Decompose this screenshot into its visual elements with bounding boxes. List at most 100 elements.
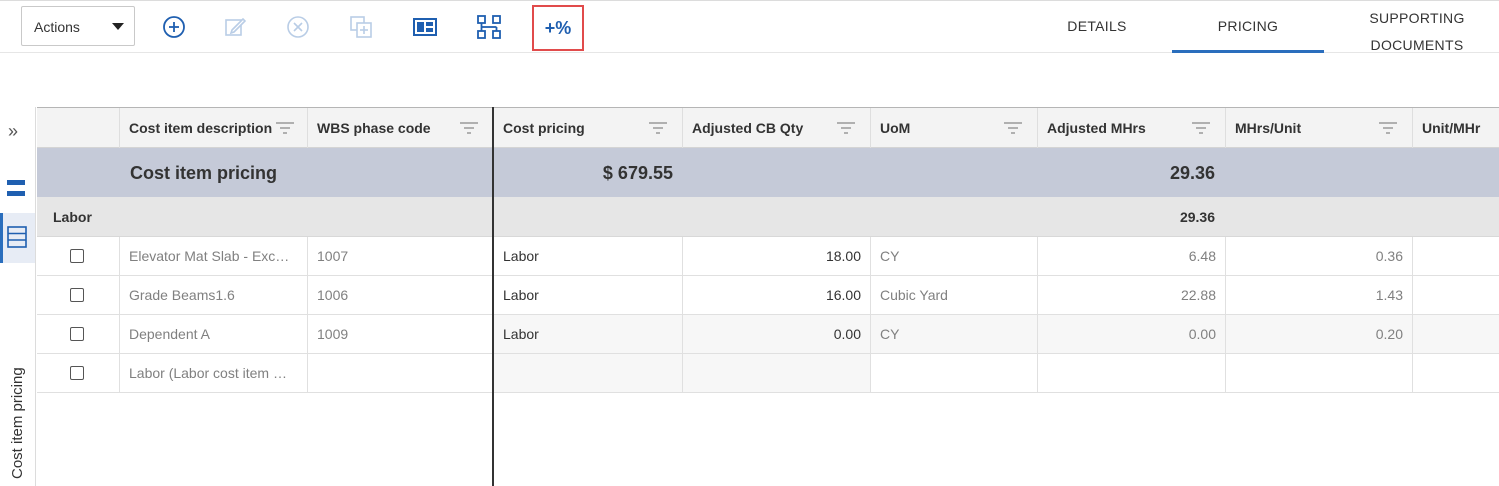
tab-pricing-label: PRICING [1217,18,1279,34]
cell-unit-mhr [1413,237,1499,275]
percent-adjust-button[interactable]: +% [532,5,584,51]
tab-supporting-documents[interactable]: SUPPORTING DOCUMENTS [1340,1,1494,53]
cell-wbs: 1009 [308,315,494,353]
cell-mhrs-unit: 0.20 [1226,315,1413,353]
cell-description: Grade Beams1.6 [120,276,308,314]
group-row-labor[interactable]: Labor 29.36 [37,197,1499,237]
cell-wbs [308,354,494,392]
cell-mhrs: 22.88 [1038,276,1226,314]
cell-uom: CY [871,237,1038,275]
cell-mhrs: 6.48 [1038,237,1226,275]
filter-icon[interactable] [836,122,856,134]
edit-icon[interactable] [222,14,248,40]
filter-icon[interactable] [1003,122,1023,134]
cell-uom: Cubic Yard [871,276,1038,314]
side-rail: » Cost item pricing [0,107,36,486]
filter-icon[interactable] [459,122,479,134]
filter-icon[interactable] [275,122,295,134]
summary-mhrs: 29.36 [1169,163,1215,183]
table-row[interactable]: Elevator Mat Slab - Exc… 1007 Labor 18.0… [37,237,1499,276]
header-adjusted-mhrs[interactable]: Adjusted MHrs [1038,108,1226,148]
tab-supporting-label-1: SUPPORTING [1369,10,1465,26]
expand-panel-icon[interactable]: » [8,121,18,142]
group-mhrs: 29.36 [1179,209,1215,225]
cell-mhrs: 0.00 [1038,315,1226,353]
collapse-rows-icon[interactable] [5,177,27,199]
cell-wbs: 1006 [308,276,494,314]
cell-uom [871,354,1038,392]
cancel-circle-icon[interactable] [285,14,311,40]
row-select [37,354,120,392]
header-label: UoM [880,120,911,136]
row-checkbox[interactable] [70,288,84,302]
filter-icon[interactable] [1191,122,1211,134]
cell-mhrs-unit: 1.43 [1226,276,1413,314]
header-wbs-phase-code[interactable]: WBS phase code [308,108,494,148]
filter-icon[interactable] [648,122,668,134]
filter-icon[interactable] [1378,122,1398,134]
header-uom[interactable]: UoM [871,108,1038,148]
summary-title: Cost item pricing [130,163,278,183]
summary-cost: $ 679.55 [602,163,673,183]
list-view-icon[interactable] [0,213,35,263]
cell-cost-pricing: Labor [494,276,683,314]
hierarchy-icon[interactable] [476,14,502,40]
cell-unit-mhr [1413,354,1499,392]
actions-label: Actions [34,19,80,35]
add-circle-icon[interactable] [161,14,187,40]
table-row[interactable]: Labor (Labor cost item … [37,354,1499,393]
toolbar: Actions +% DETAILS PRICING SUPPORTING DO… [0,0,1499,53]
actions-dropdown[interactable]: Actions [21,6,135,46]
cell-uom: CY [871,315,1038,353]
percent-label: +% [544,18,572,38]
row-select [37,237,120,275]
tab-pricing[interactable]: PRICING [1172,1,1324,53]
header-mhrs-per-unit[interactable]: MHrs/Unit [1226,108,1413,148]
group-title: Labor [53,209,92,225]
cell-description: Dependent A [120,315,308,353]
header-label: WBS phase code [317,120,431,136]
tab-supporting-label-2: DOCUMENTS [1370,37,1464,53]
cell-cost-pricing: Labor [494,315,683,353]
table-row[interactable]: Dependent A 1009 Labor 0.00 CY 0.00 0.20 [37,315,1499,354]
tab-details[interactable]: DETAILS [1040,1,1154,53]
row-checkbox[interactable] [70,366,84,380]
cell-qty[interactable]: 18.00 [683,237,871,275]
cell-mhrs-unit: 0.36 [1226,237,1413,275]
cell-qty[interactable]: 16.00 [683,276,871,314]
cell-mhrs-unit [1226,354,1413,392]
row-select [37,276,120,314]
row-checkbox[interactable] [70,327,84,341]
cell-qty[interactable] [683,354,871,392]
cell-description: Elevator Mat Slab - Exc… [120,237,308,275]
header-adjusted-cb-qty[interactable]: Adjusted CB Qty [683,108,871,148]
row-select [37,315,120,353]
cell-description: Labor (Labor cost item … [120,354,308,392]
copy-icon[interactable] [348,14,374,40]
cell-cost-pricing: Labor [494,237,683,275]
summary-row: Cost item pricing $ 679.55 29.36 [37,148,1499,197]
pricing-grid: Cost item description WBS phase code Cos… [37,107,1499,486]
header-label: Adjusted MHrs [1047,120,1146,136]
cell-qty[interactable]: 0.00 [683,315,871,353]
cell-unit-mhr [1413,315,1499,353]
layout-panel-icon[interactable] [412,14,438,40]
table-row[interactable]: Grade Beams1.6 1006 Labor 16.00 Cubic Ya… [37,276,1499,315]
panel-vertical-label: Cost item pricing [9,367,26,479]
grid-header: Cost item description WBS phase code Cos… [37,108,1499,148]
header-cost-pricing[interactable]: Cost pricing [494,108,683,148]
header-cost-item-description[interactable]: Cost item description [120,108,308,148]
chevron-down-icon [112,23,124,30]
header-unit-per-mhr[interactable]: Unit/MHr [1413,108,1499,148]
cell-unit-mhr [1413,276,1499,314]
header-select [37,108,120,148]
frozen-column-divider[interactable] [492,107,494,486]
row-checkbox[interactable] [70,249,84,263]
cell-cost-pricing [494,354,683,392]
header-label: Cost pricing [503,120,585,136]
cell-wbs: 1007 [308,237,494,275]
cell-mhrs [1038,354,1226,392]
tab-details-label: DETAILS [1067,18,1127,34]
header-label: MHrs/Unit [1235,120,1302,136]
header-label: Cost item description [129,120,273,136]
